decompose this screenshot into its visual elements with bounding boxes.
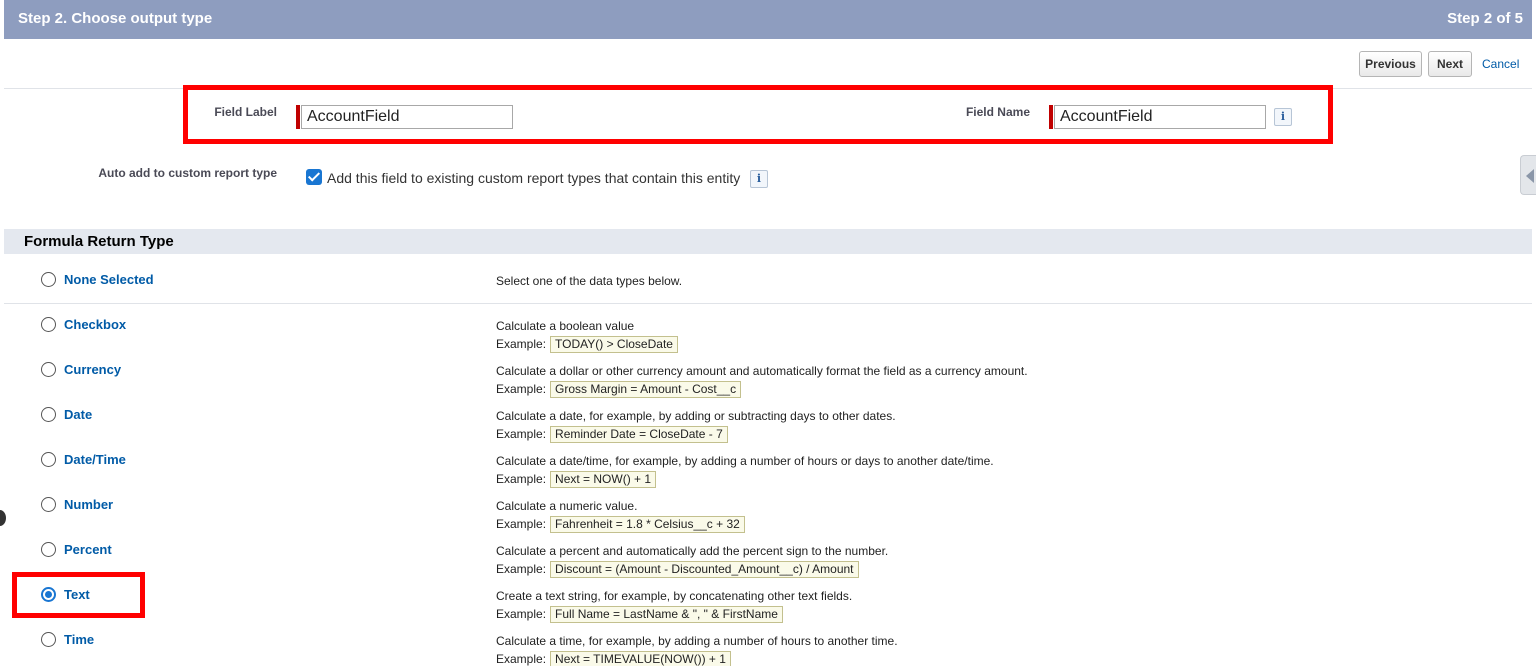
info-icon[interactable]: i xyxy=(750,170,768,188)
highlight-box-fields xyxy=(183,85,1333,144)
type-row-time: Time Calculate a time, for example, by a… xyxy=(4,617,1532,666)
cancel-link[interactable]: Cancel xyxy=(1482,57,1519,71)
type-row-number: Number Calculate a numeric value. Exampl… xyxy=(4,482,1532,533)
example-prefix: Example: xyxy=(496,652,547,666)
radio-checkbox[interactable] xyxy=(41,317,56,332)
type-description: Calculate a dollar or other currency amo… xyxy=(496,364,1028,378)
radio-none-selected[interactable] xyxy=(41,272,56,287)
button-bar: Previous Next Cancel xyxy=(4,39,1532,89)
step-title: Step 2. Choose output type xyxy=(18,10,213,27)
section-header: Formula Return Type xyxy=(4,229,1532,254)
step-counter: Step 2 of 5 xyxy=(1447,10,1523,27)
example-code: Next = TIMEVALUE(NOW()) + 1 xyxy=(550,651,731,666)
type-row-date: Date Calculate a date, for example, by a… xyxy=(4,392,1532,443)
auto-add-checkbox-label[interactable]: Add this field to existing custom report… xyxy=(327,170,740,186)
section-title: Formula Return Type xyxy=(24,233,174,250)
type-description: Calculate a boolean value xyxy=(496,319,635,333)
type-label[interactable]: Checkbox xyxy=(64,317,126,332)
type-row-date-time: Date/Time Calculate a date/time, for exa… xyxy=(4,437,1532,488)
highlight-box-text-option xyxy=(12,572,145,618)
radio-time[interactable] xyxy=(41,632,56,647)
sidebar-toggle[interactable] xyxy=(1520,155,1536,195)
radio-date-time[interactable] xyxy=(41,452,56,467)
type-description: Calculate a date/time, for example, by a… xyxy=(496,454,994,468)
type-example: Example: Next = TIMEVALUE(NOW()) + 1 xyxy=(496,651,731,666)
type-description: Calculate a percent and automatically ad… xyxy=(496,544,889,558)
previous-button[interactable]: Previous xyxy=(1359,51,1422,77)
type-description: Calculate a date, for example, by adding… xyxy=(496,409,896,423)
type-label[interactable]: Date xyxy=(64,407,92,422)
type-label[interactable]: Percent xyxy=(64,542,112,557)
type-label[interactable]: Time xyxy=(64,632,94,647)
type-row-checkbox: Checkbox Calculate a boolean value Examp… xyxy=(4,302,1532,353)
type-description: Select one of the data types below. xyxy=(496,274,683,288)
type-description: Calculate a numeric value. xyxy=(496,499,638,513)
radio-currency[interactable] xyxy=(41,362,56,377)
type-label[interactable]: None Selected xyxy=(64,272,154,287)
radio-date[interactable] xyxy=(41,407,56,422)
step-header: Step 2. Choose output type Step 2 of 5 xyxy=(4,0,1532,39)
type-label[interactable]: Date/Time xyxy=(64,452,126,467)
type-label[interactable]: Number xyxy=(64,497,113,512)
chevron-left-icon xyxy=(1526,169,1534,183)
type-description: Calculate a time, for example, by adding… xyxy=(496,634,898,648)
radio-number[interactable] xyxy=(41,497,56,512)
type-label[interactable]: Currency xyxy=(64,362,121,377)
auto-add-label: Auto add to custom report type xyxy=(98,166,277,180)
type-row-currency: Currency Calculate a dollar or other cur… xyxy=(4,347,1532,398)
type-row-none-selected: None Selected Select one of the data typ… xyxy=(4,257,1532,304)
radio-percent[interactable] xyxy=(41,542,56,557)
type-row-percent: Percent Calculate a percent and automati… xyxy=(4,527,1532,578)
type-row-text: Text Create a text string, for example, … xyxy=(4,572,1532,623)
next-button[interactable]: Next xyxy=(1428,51,1472,77)
type-description: Create a text string, for example, by co… xyxy=(496,589,853,603)
auto-add-checkbox[interactable] xyxy=(306,169,322,185)
